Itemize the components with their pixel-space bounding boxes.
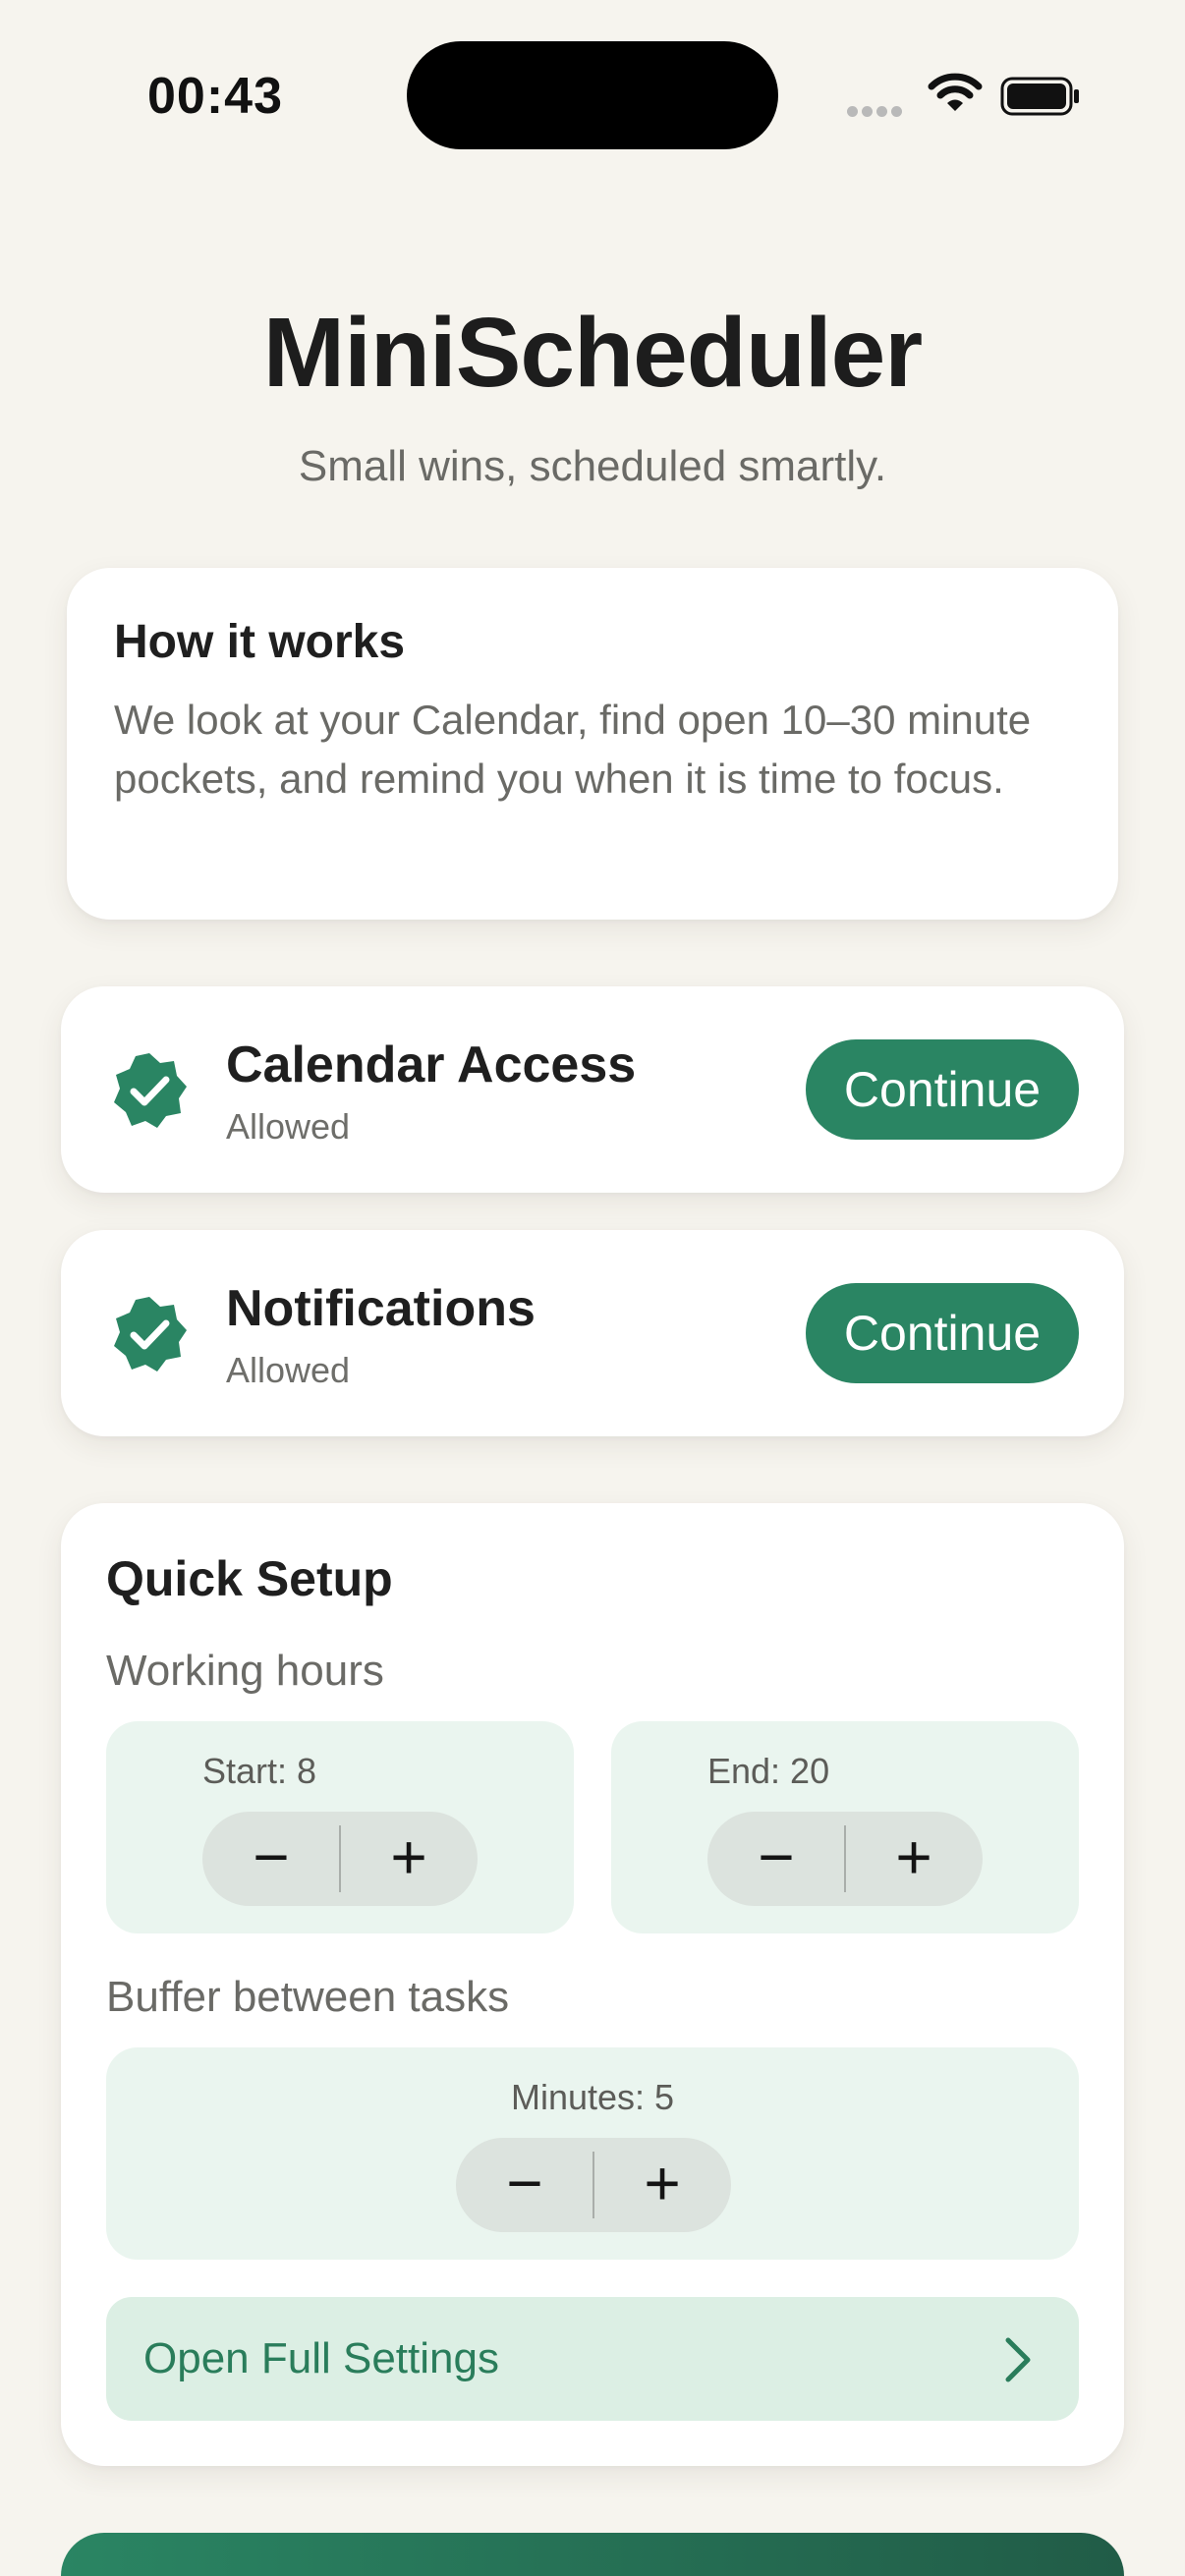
open-full-settings-label: Open Full Settings — [143, 2334, 499, 2382]
calendar-access-title: Calendar Access — [226, 1036, 637, 1093]
status-indicators — [847, 71, 1083, 120]
how-it-works-card: How it works We look at your Calendar, f… — [67, 568, 1118, 920]
open-full-settings-button[interactable]: Open Full Settings — [106, 2297, 1079, 2421]
start-hour-panel: Start: 8 − + — [106, 1721, 574, 1933]
end-hour-panel: End: 20 − + — [611, 1721, 1079, 1933]
buffer-minutes-stepper: − + — [456, 2138, 731, 2232]
notifications-continue-button[interactable]: Continue — [806, 1283, 1079, 1383]
working-hours-label: Working hours — [106, 1647, 384, 1695]
how-it-works-body: We look at your Calendar, find open 10–3… — [114, 697, 1032, 802]
notifications-card: Notifications Allowed Continue — [61, 1230, 1124, 1436]
quick-setup-title: Quick Setup — [106, 1551, 393, 1606]
start-hour-label: Start: 8 — [202, 1751, 317, 1791]
app-title: MiniScheduler — [262, 298, 923, 408]
verified-check-icon — [114, 1297, 187, 1372]
calendar-access-card: Calendar Access Allowed Continue — [61, 986, 1124, 1193]
buffer-panel: Minutes: 5 − + — [106, 2047, 1079, 2260]
buffer-increment-button[interactable]: + — [593, 2138, 731, 2232]
end-increment-button[interactable]: + — [845, 1812, 983, 1906]
buffer-decrement-button[interactable]: − — [456, 2138, 593, 2232]
wifi-icon — [928, 73, 983, 111]
start-decrement-button[interactable]: − — [202, 1812, 340, 1906]
cellular-signal-icon — [847, 104, 906, 122]
battery-icon — [1000, 77, 1079, 116]
calendar-access-status: Allowed — [226, 1106, 351, 1147]
notifications-status: Allowed — [226, 1350, 351, 1390]
chevron-right-icon — [1005, 2337, 1031, 2382]
start-increment-button[interactable]: + — [340, 1812, 478, 1906]
end-hour-label: End: 20 — [707, 1751, 830, 1791]
quick-setup-card: Quick Setup Working hours Start: 8 − + E… — [61, 1503, 1124, 2466]
dynamic-island — [407, 41, 778, 149]
buffer-minutes-label: Minutes: 5 — [510, 2077, 675, 2117]
notifications-title: Notifications — [226, 1280, 536, 1337]
end-hour-stepper: − + — [707, 1812, 983, 1906]
buffer-label: Buffer between tasks — [106, 1973, 510, 2021]
onboarding-screen: 00:43 MiniScheduler Small wins, schedule… — [0, 0, 1185, 2576]
status-time: 00:43 — [147, 68, 283, 125]
how-it-works-title: How it works — [114, 616, 406, 668]
verified-check-icon — [114, 1053, 187, 1128]
app-subtitle: Small wins, scheduled smartly. — [298, 442, 887, 490]
start-hour-stepper: − + — [202, 1812, 478, 1906]
primary-action-button[interactable] — [61, 2533, 1124, 2576]
end-decrement-button[interactable]: − — [707, 1812, 845, 1906]
calendar-continue-button[interactable]: Continue — [806, 1039, 1079, 1140]
